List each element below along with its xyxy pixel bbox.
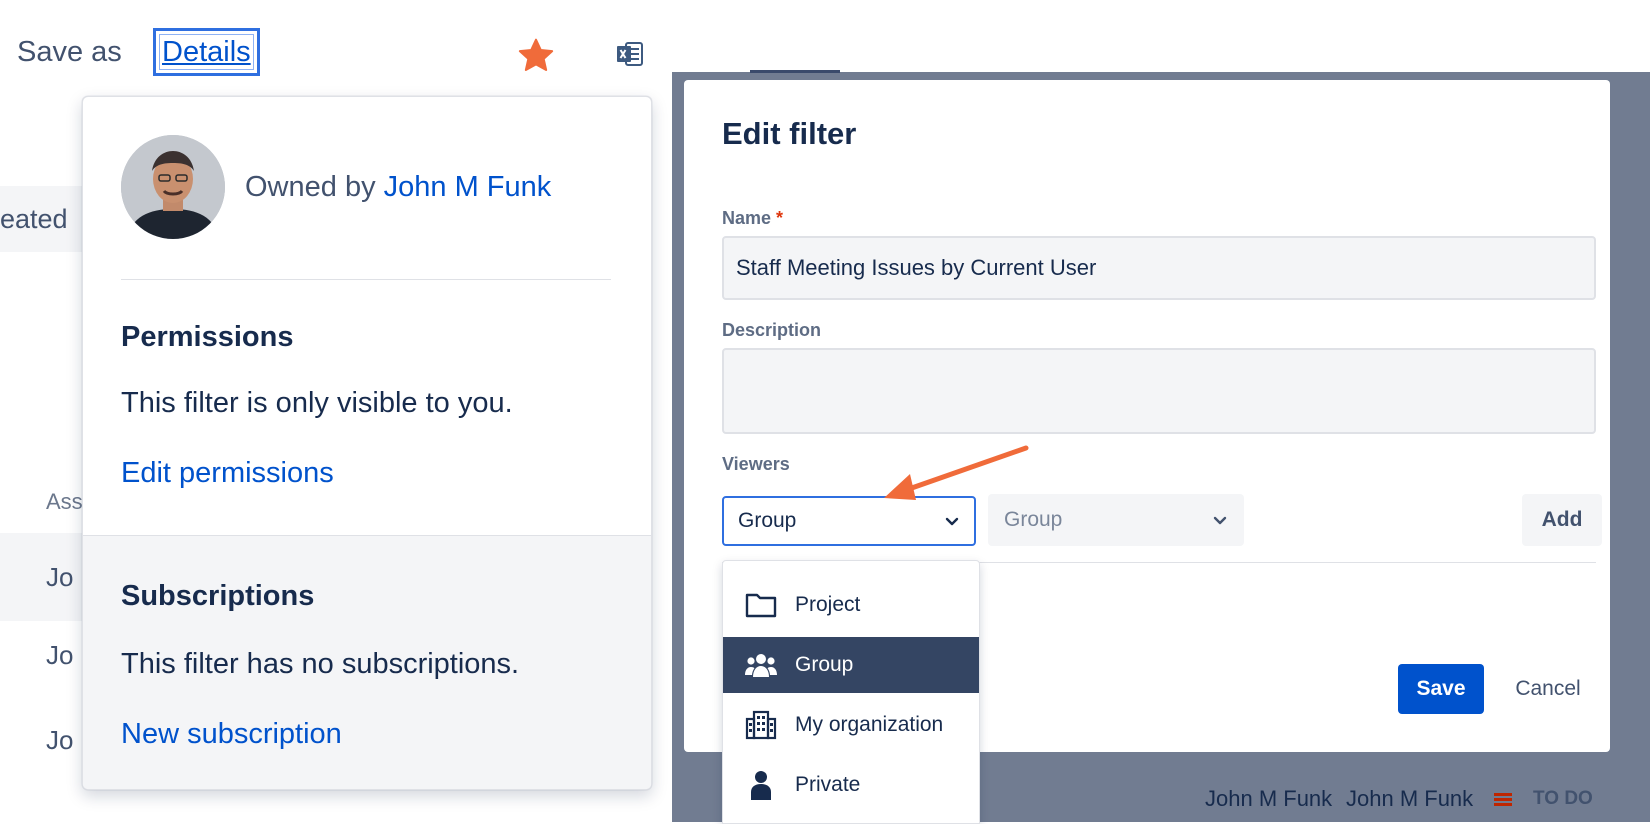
annotation-arrow <box>884 445 1029 500</box>
menu-item-private[interactable]: Private <box>723 757 979 813</box>
name-label: Name * <box>722 208 783 229</box>
description-label: Description <box>722 320 822 340</box>
chevron-down-icon <box>1213 516 1227 525</box>
group-icon <box>745 654 777 677</box>
details-button[interactable]: Details <box>153 28 260 76</box>
new-subscription-link[interactable]: New subscription <box>121 718 342 751</box>
background-assignee: John M Funk <box>1205 786 1333 811</box>
name-input[interactable]: Staff Meeting Issues by Current User <box>722 236 1596 300</box>
excel-export-icon[interactable] <box>616 40 644 68</box>
chevron-down-icon <box>945 517 959 526</box>
status-badge: TO DO <box>1533 788 1593 809</box>
folder-icon <box>745 593 777 618</box>
created-header-text: eated <box>0 203 68 234</box>
menu-item-label: Private <box>795 773 861 796</box>
subscriptions-text: This filter has no subscriptions. <box>121 648 520 680</box>
table-row[interactable]: Jo <box>0 725 88 756</box>
menu-item-label: My organization <box>795 713 944 736</box>
dialog-title: Edit filter <box>722 116 857 151</box>
viewer-group-placeholder: Group <box>1004 508 1063 531</box>
menu-item-group[interactable]: Group <box>723 637 979 693</box>
assignee-cell: Jo <box>46 561 74 592</box>
menu-item-label: Project <box>795 593 861 616</box>
tab-underline <box>750 70 840 73</box>
subscriptions-section: Subscriptions This filter has no subscri… <box>83 535 651 789</box>
save-button[interactable]: Save <box>1398 664 1484 714</box>
save-as-button[interactable]: Save as <box>17 36 122 69</box>
owner-name-link[interactable]: John M Funk <box>384 171 552 203</box>
owned-by-label: Owned by <box>245 171 376 203</box>
owner-line: Owned by John M Funk <box>245 171 551 204</box>
background-reporter: John M Funk <box>1346 786 1474 811</box>
assignee-cell: Jo <box>46 640 74 670</box>
viewers-label: Viewers <box>722 454 790 474</box>
required-marker: * <box>776 208 784 228</box>
name-label-text: Name <box>722 208 772 228</box>
permissions-heading: Permissions <box>121 321 294 353</box>
table-row[interactable]: Jo <box>0 640 88 671</box>
created-column-header[interactable]: eated <box>0 186 88 252</box>
subscriptions-heading: Subscriptions <box>121 580 315 612</box>
priority-icon <box>1494 793 1512 806</box>
permissions-text: This filter is only visible to you. <box>121 387 513 419</box>
menu-item-label: Group <box>795 653 854 676</box>
table-row[interactable]: Jo <box>0 533 88 621</box>
filter-details-popover: Owned by John M Funk Permissions This fi… <box>82 96 652 790</box>
building-icon <box>745 710 777 740</box>
menu-item-project[interactable]: Project <box>723 577 979 633</box>
star-icon[interactable] <box>516 36 556 76</box>
person-icon <box>751 771 771 800</box>
viewer-type-value: Group <box>738 509 797 532</box>
divider <box>121 279 611 280</box>
viewer-type-menu: Project Group My organization Private <box>722 560 980 824</box>
add-viewer-button[interactable]: Add <box>1522 494 1602 546</box>
description-textarea[interactable] <box>722 348 1596 434</box>
owner-avatar <box>121 135 225 239</box>
menu-item-my-organization[interactable]: My organization <box>723 697 979 753</box>
avatar-photo <box>121 135 225 239</box>
assignee-column-header[interactable]: Ass <box>46 489 83 515</box>
assignee-cell: Jo <box>46 725 74 755</box>
cancel-button[interactable]: Cancel <box>1510 664 1586 714</box>
edit-permissions-link[interactable]: Edit permissions <box>121 457 334 490</box>
